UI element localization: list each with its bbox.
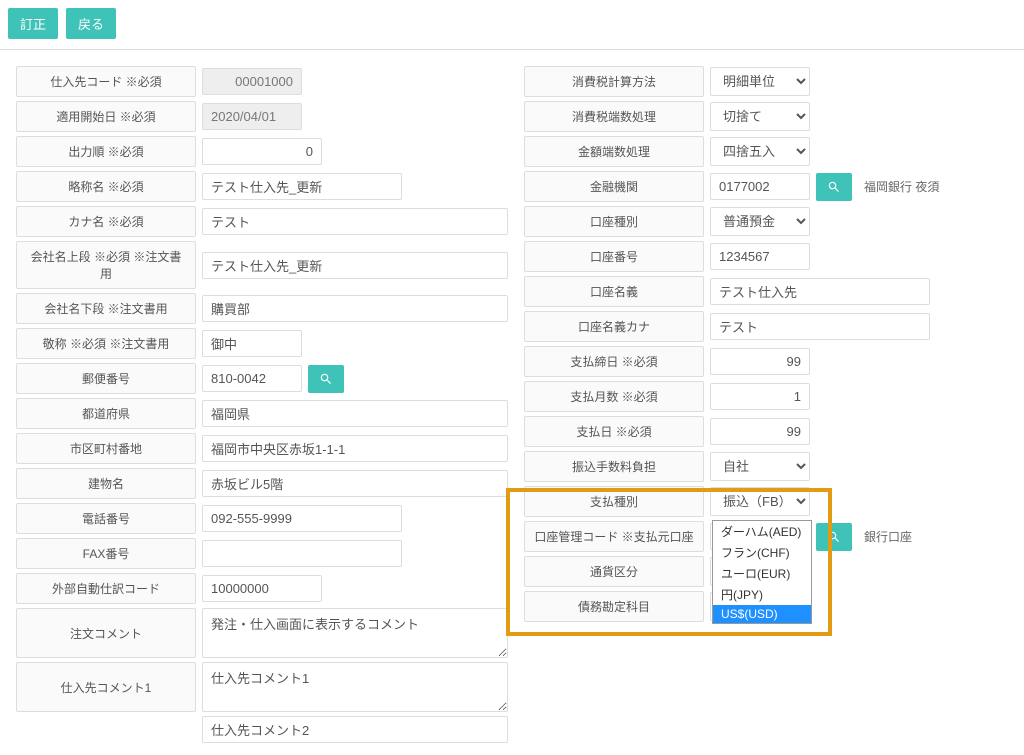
fax-label: FAX番号	[16, 538, 196, 569]
pay-type-label: 支払種別	[524, 486, 704, 517]
amount-rounding-select[interactable]: 四捨五入	[710, 137, 810, 166]
order-comment-label: 注文コメント	[16, 608, 196, 658]
account-no-label: 口座番号	[524, 241, 704, 272]
fee-bearer-label: 振込手数料負担	[524, 451, 704, 482]
right-column: 消費税計算方法 明細単位 消費税端数処理 切捨て 金額端数処理 四捨五入 金融機…	[524, 66, 1016, 747]
start-date-input	[202, 103, 302, 130]
postal-code-input[interactable]	[202, 365, 302, 392]
tax-rounding-select[interactable]: 切捨て	[710, 102, 810, 131]
supplier-code-input	[202, 68, 302, 95]
bank-input[interactable]	[710, 173, 810, 200]
building-label: 建物名	[16, 468, 196, 499]
tax-calc-label: 消費税計算方法	[524, 66, 704, 97]
short-name-label: 略称名 ※必須	[16, 171, 196, 202]
account-mgmt-label: 口座管理コード ※支払元口座	[524, 521, 704, 552]
account-mgmt-refname: 銀行口座	[858, 523, 918, 550]
search-icon	[827, 530, 841, 544]
account-no-input[interactable]	[710, 243, 810, 270]
postal-search-button[interactable]	[308, 365, 344, 393]
start-date-label: 適用開始日 ※必須	[16, 101, 196, 132]
company-lower-input[interactable]	[202, 295, 508, 322]
account-mgmt-search-button[interactable]	[816, 523, 852, 551]
pay-day-input[interactable]	[710, 418, 810, 445]
supplier-comment1-label: 仕入先コメント1	[16, 662, 196, 712]
postal-code-label: 郵便番号	[16, 363, 196, 394]
tax-rounding-label: 消費税端数処理	[524, 101, 704, 132]
short-name-input[interactable]	[202, 173, 402, 200]
account-kana-input[interactable]	[710, 313, 930, 340]
honorific-input[interactable]	[202, 330, 302, 357]
currency-option-selected[interactable]: US$(USD)	[713, 605, 811, 623]
currency-dropdown-list[interactable]: ダーハム(AED) フラン(CHF) ユーロ(EUR) 円(JPY) US$(U…	[712, 520, 812, 624]
output-order-input[interactable]	[202, 138, 322, 165]
kana-name-label: カナ名 ※必須	[16, 206, 196, 237]
account-type-select[interactable]: 普通預金	[710, 207, 810, 236]
pay-close-day-input[interactable]	[710, 348, 810, 375]
currency-option[interactable]: フラン(CHF)	[713, 542, 811, 563]
supplier-comment2-input[interactable]	[202, 716, 508, 743]
account-name-label: 口座名義	[524, 276, 704, 307]
prefecture-input[interactable]	[202, 400, 508, 427]
pay-close-day-label: 支払締日 ※必須	[524, 346, 704, 377]
company-lower-label: 会社名下段 ※注文書用	[16, 293, 196, 324]
honorific-label: 敬称 ※必須 ※注文書用	[16, 328, 196, 359]
fee-bearer-select[interactable]: 自社	[710, 452, 810, 481]
supplier-code-label: 仕入先コード ※必須	[16, 66, 196, 97]
output-order-label: 出力順 ※必須	[16, 136, 196, 167]
journal-code-input[interactable]	[202, 575, 322, 602]
bank-label: 金融機関	[524, 171, 704, 202]
fax-input[interactable]	[202, 540, 402, 567]
city-input[interactable]	[202, 435, 508, 462]
search-icon	[827, 180, 841, 194]
ap-account-label: 債務勘定科目	[524, 591, 704, 622]
city-label: 市区町村番地	[16, 433, 196, 464]
back-button[interactable]: 戻る	[66, 8, 116, 39]
pay-day-label: 支払日 ※必須	[524, 416, 704, 447]
phone-label: 電話番号	[16, 503, 196, 534]
pay-months-input[interactable]	[710, 383, 810, 410]
journal-code-label: 外部自動仕訳コード	[16, 573, 196, 604]
correct-button[interactable]: 訂正	[8, 8, 58, 39]
pay-months-label: 支払月数 ※必須	[524, 381, 704, 412]
tax-calc-select[interactable]: 明細単位	[710, 67, 810, 96]
supplier-comment1-input[interactable]	[202, 662, 508, 712]
currency-label: 通貨区分	[524, 556, 704, 587]
kana-name-input[interactable]	[202, 208, 508, 235]
phone-input[interactable]	[202, 505, 402, 532]
prefecture-label: 都道府県	[16, 398, 196, 429]
pay-type-select[interactable]: 振込（FB）	[710, 487, 810, 516]
order-comment-input[interactable]	[202, 608, 508, 658]
company-upper-input[interactable]	[202, 252, 508, 279]
currency-option[interactable]: 円(JPY)	[713, 584, 811, 605]
company-upper-label: 会社名上段 ※必須 ※注文書用	[16, 241, 196, 289]
search-icon	[319, 372, 333, 386]
bank-refname: 福岡銀行 夜須	[858, 173, 945, 200]
left-column: 仕入先コード ※必須 適用開始日 ※必須 出力順 ※必須 略称名 ※必須 カナ名…	[16, 66, 508, 747]
currency-option[interactable]: ユーロ(EUR)	[713, 563, 811, 584]
building-input[interactable]	[202, 470, 508, 497]
account-name-input[interactable]	[710, 278, 930, 305]
account-kana-label: 口座名義カナ	[524, 311, 704, 342]
amount-rounding-label: 金額端数処理	[524, 136, 704, 167]
bank-search-button[interactable]	[816, 173, 852, 201]
account-type-label: 口座種別	[524, 206, 704, 237]
currency-option[interactable]: ダーハム(AED)	[713, 521, 811, 542]
